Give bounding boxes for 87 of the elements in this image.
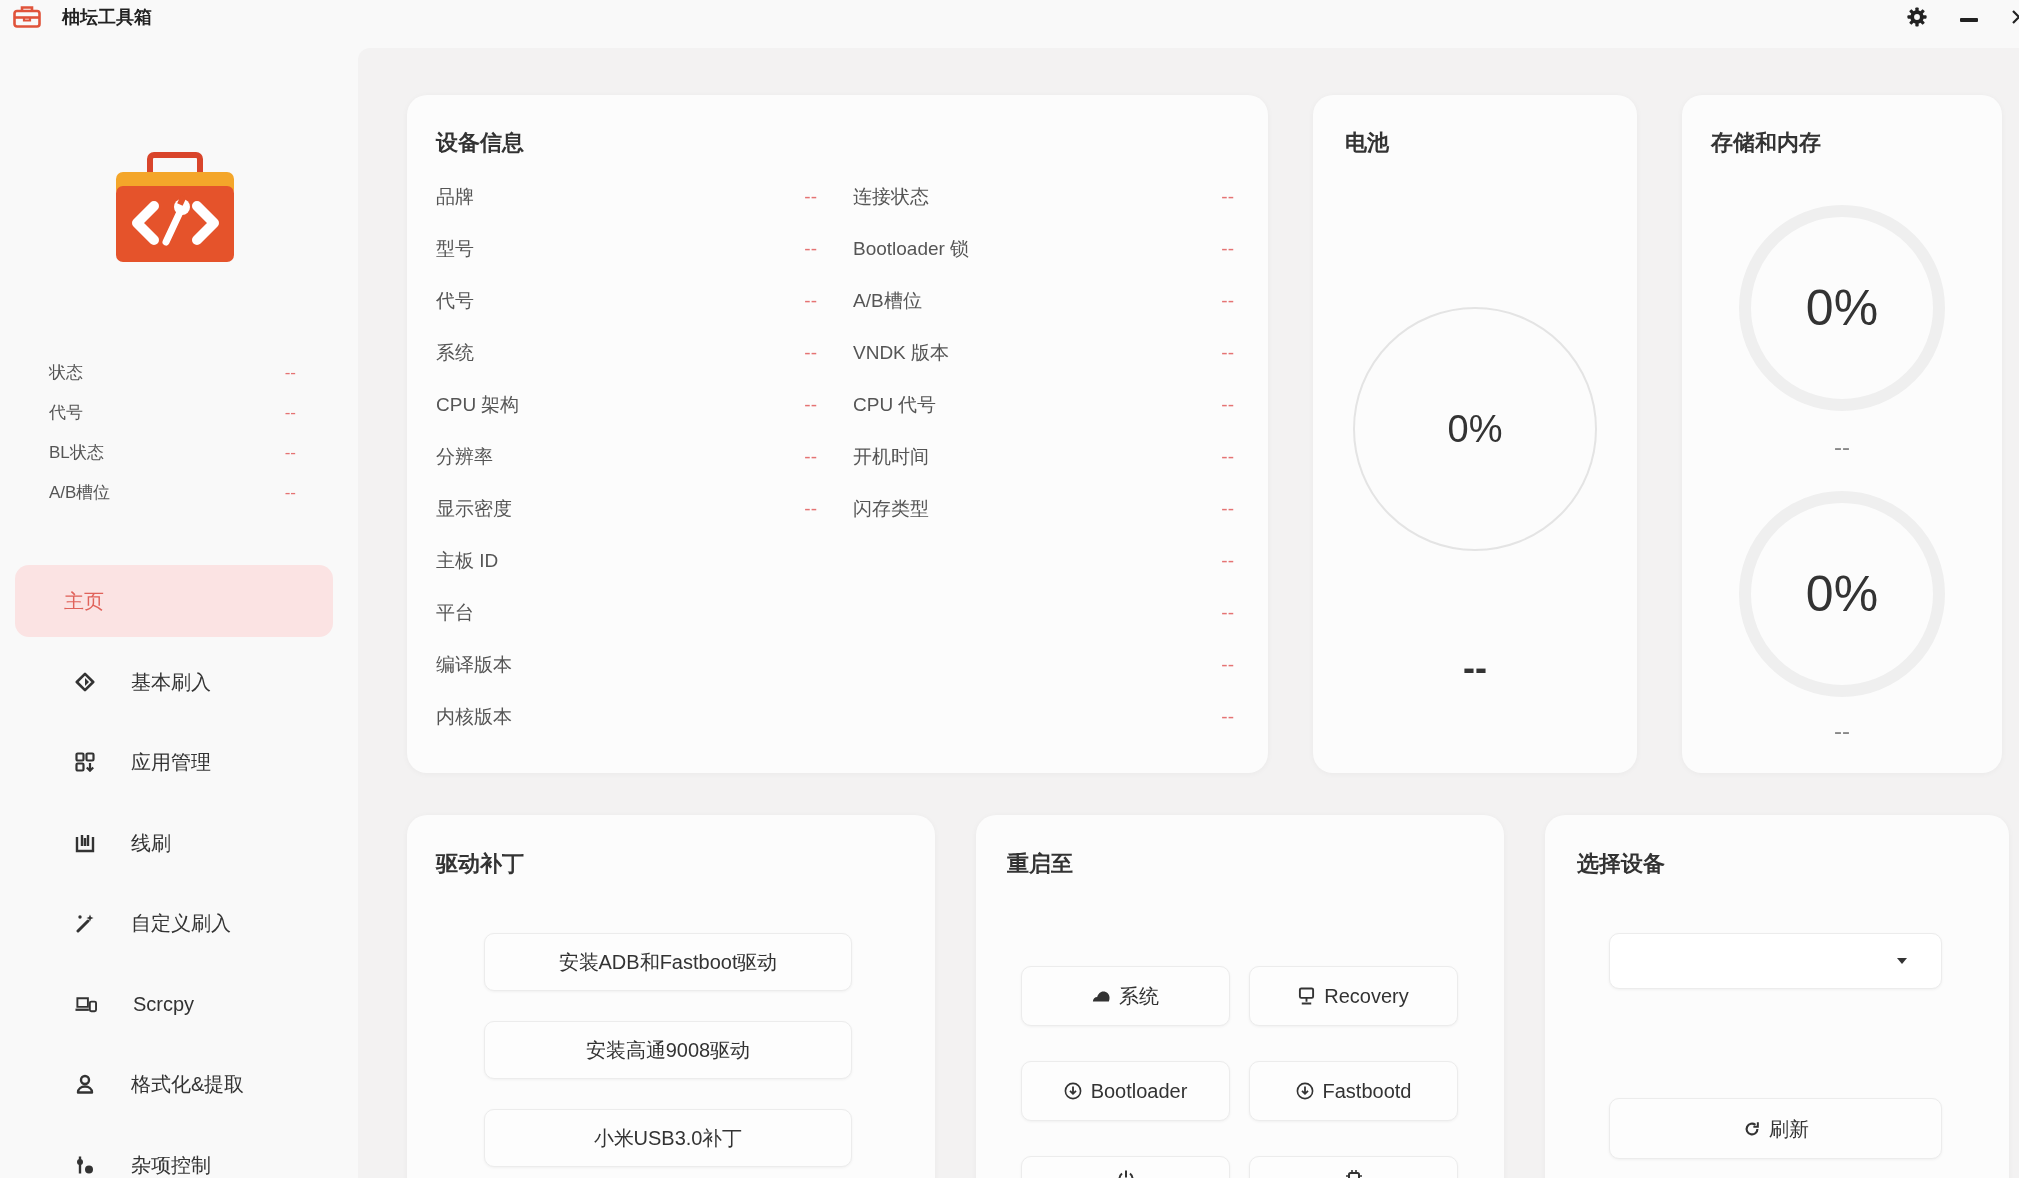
card-title: 存储和内存 (1711, 129, 1821, 157)
info-value: -- (1221, 496, 1234, 521)
usage-percent: 0% (1805, 280, 1879, 336)
nav-item[interactable]: 基本刷入 (15, 645, 333, 718)
nav-item[interactable]: 格式化&提取 (15, 1048, 333, 1120)
info-label: Bootloader 锁 (853, 236, 970, 261)
info-value: -- (1221, 600, 1234, 625)
battery-detail: -- (1463, 653, 1487, 683)
info-value: -- (804, 444, 817, 469)
reboot-button[interactable]: Bootloader (1021, 1061, 1230, 1121)
info-value: -- (1221, 392, 1234, 417)
status-value: -- (284, 362, 296, 385)
nav-item[interactable]: Scrcpy (15, 967, 333, 1040)
info-value: -- (1221, 184, 1234, 209)
nav-item[interactable]: 应用管理 (15, 726, 333, 798)
settings-icon[interactable] (1907, 7, 1927, 27)
card-title: 驱动补丁 (436, 850, 525, 878)
card-title: 重启至 (1007, 850, 1074, 878)
info-label: 代号 (436, 288, 474, 313)
monitor-icon (1298, 987, 1316, 1005)
person-icon (75, 1074, 95, 1094)
info-value: -- (1221, 444, 1234, 469)
status-label: 代号 (49, 402, 83, 425)
info-label: VNDK 版本 (853, 340, 950, 365)
status-label: BL状态 (49, 442, 104, 465)
nav-item[interactable]: 线刷 (15, 806, 333, 879)
nav-item[interactable]: 杂项控制 (15, 1128, 333, 1178)
info-label: 内核版本 (436, 704, 512, 729)
info-label: 编译版本 (436, 652, 512, 677)
tray-icon (75, 832, 95, 853)
info-label: 平台 (436, 600, 474, 625)
card-title: 设备信息 (436, 129, 525, 157)
info-label: 主板 ID (436, 548, 499, 573)
info-label: A/B槽位 (853, 288, 922, 313)
info-label: 品牌 (436, 184, 474, 209)
driver-button[interactable]: 安装ADB和Fastboot驱动 (484, 933, 852, 991)
info-label: CPU 架构 (436, 392, 520, 417)
info-value: -- (1221, 288, 1234, 313)
caret-icon (1897, 958, 1907, 964)
status-label: A/B槽位 (49, 482, 111, 505)
info-label: 开机时间 (853, 444, 929, 469)
usage-percent: 0% (1805, 566, 1879, 622)
nav-item[interactable]: 自定义刷入 (15, 887, 333, 959)
reboot-button[interactable]: 系统 (1021, 966, 1230, 1026)
info-value: -- (1221, 704, 1234, 729)
info-value: -- (1221, 236, 1234, 261)
info-label: 闪存类型 (853, 496, 929, 521)
refresh-button[interactable]: 刷新 (1609, 1098, 1942, 1159)
info-label: 分辨率 (436, 444, 493, 469)
battery-percent: 0% (1447, 407, 1503, 451)
info-value: -- (804, 288, 817, 313)
card-title: 选择设备 (1577, 850, 1666, 878)
info-label: 系统 (436, 340, 474, 365)
info-value: -- (1221, 652, 1234, 677)
driver-button[interactable]: 安装高通9008驱动 (484, 1021, 852, 1079)
devices-icon (75, 994, 97, 1013)
reboot-button[interactable]: Fastbootd (1249, 1061, 1458, 1121)
apps-grid-icon (75, 752, 95, 772)
info-value: -- (1221, 340, 1234, 365)
status-value: -- (284, 442, 296, 465)
reboot-button[interactable]: Recovery (1249, 966, 1458, 1026)
diamond-icon (75, 671, 95, 692)
info-value: -- (804, 340, 817, 365)
usage-detail: -- (1834, 433, 1850, 461)
info-value: -- (804, 236, 817, 261)
status-value: -- (284, 402, 296, 425)
info-value: -- (804, 392, 817, 417)
driver-button[interactable]: 小米USB3.0补丁 (484, 1109, 852, 1167)
usage-detail: -- (1834, 717, 1850, 745)
card-title: 电池 (1345, 129, 1389, 157)
download-circle-icon (1295, 1082, 1314, 1100)
status-value: -- (284, 482, 296, 505)
info-value: -- (1221, 548, 1234, 573)
sliders-icon (75, 1154, 95, 1175)
wand-icon (75, 913, 95, 933)
toolbox-icon (13, 6, 41, 28)
info-value: -- (804, 496, 817, 521)
cloud-icon (1092, 990, 1110, 1002)
window-title: 柚坛工具箱 (62, 6, 152, 29)
info-label: 显示密度 (436, 496, 512, 521)
minimize-icon[interactable] (1960, 18, 1978, 22)
info-label: 连接状态 (853, 184, 929, 209)
download-circle-icon (1063, 1082, 1082, 1100)
status-label: 状态 (49, 362, 83, 385)
info-value: -- (804, 184, 817, 209)
info-label: 型号 (436, 236, 474, 261)
info-label: CPU 代号 (853, 392, 937, 417)
